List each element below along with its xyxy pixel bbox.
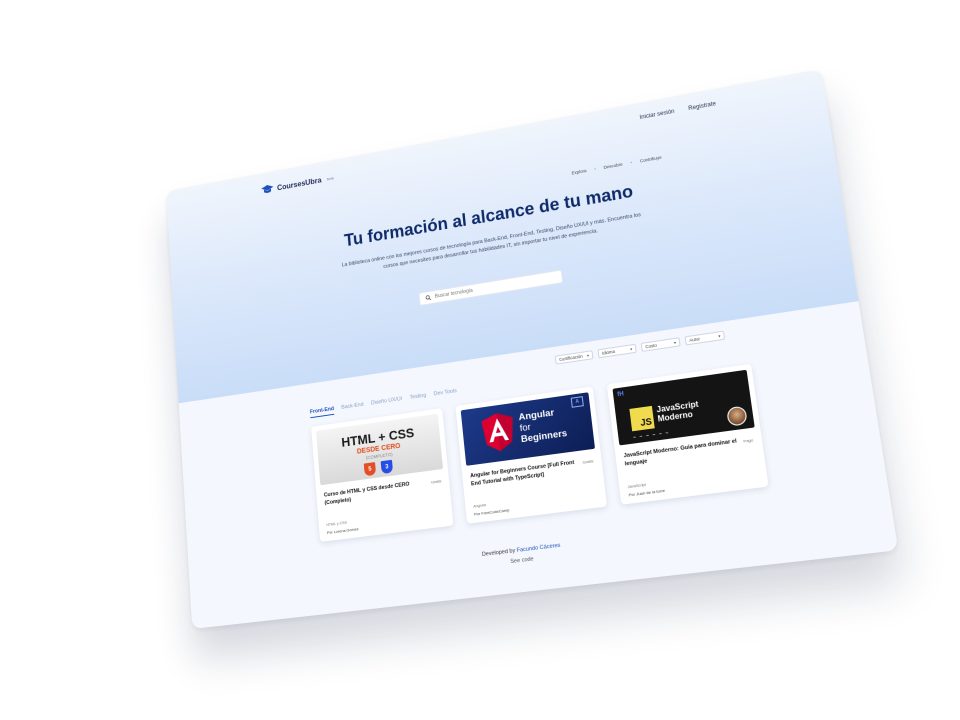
course-author: Por Lorena Gomez	[326, 526, 359, 536]
course-technology: HTML y CSS	[326, 520, 348, 528]
channel-badge: fH	[616, 391, 625, 399]
chevron-down-icon: ▾	[629, 346, 633, 352]
logo-tag: beta	[326, 175, 334, 181]
thumbnail-heading: JavaScript Moderno	[656, 399, 700, 423]
logo[interactable]: CoursesUbra beta	[261, 173, 334, 195]
thumbnail-heading: Angular for Beginners	[518, 406, 568, 445]
author-select-label: Autor	[688, 336, 701, 343]
author-select[interactable]: Autor ▾	[684, 330, 726, 346]
chevron-down-icon: ▾	[586, 352, 590, 358]
page-title: Tu formación al alcance de tu mano	[343, 181, 635, 251]
course-price: Pago	[742, 437, 754, 444]
course-technology: Angular	[473, 502, 487, 509]
course-price: Gratis	[430, 478, 442, 485]
course-author: Por Juan de la torre	[628, 487, 666, 498]
chevron-down-icon: ▾	[717, 333, 721, 339]
footer: Developed by Facundo Cáceres See code	[190, 501, 894, 604]
certification-select[interactable]: Certificación ▾	[554, 350, 594, 365]
course-card-javascript[interactable]: fH JS JavaScript Moderno ~ ~ ~ ~ ~ ~ Jav…	[606, 363, 769, 505]
course-list: HTML + CSS DESDE CERO (COMPLETO) 5 3 Cur…	[311, 363, 769, 542]
course-card-angular[interactable]: Angular for Beginners A Angular for Begi…	[455, 386, 608, 524]
tech-logos: 5 3	[363, 459, 394, 477]
login-link[interactable]: Iniciar sesión	[639, 109, 674, 121]
search-input[interactable]	[434, 275, 551, 300]
course-thumbnail: HTML + CSS DESDE CERO (COMPLETO) 5 3	[316, 413, 444, 486]
css3-icon: 3	[380, 459, 394, 475]
certification-select-label: Certificación	[558, 353, 583, 363]
html5-icon: 5	[363, 462, 377, 477]
cost-select-label: Costo	[645, 342, 658, 350]
see-code-link[interactable]: See code	[190, 512, 894, 604]
tab-testing[interactable]: Testing	[409, 393, 426, 404]
course-price: Gratis	[582, 458, 594, 465]
breadcrumb: Explora • Descubre • Contribuye	[571, 155, 662, 176]
hero-section: CoursesUbra beta Iniciar sesión Registra…	[166, 68, 859, 404]
search-icon	[425, 295, 431, 302]
breadcrumb-item-contribuye[interactable]: Contribuye	[640, 155, 662, 164]
search-bar[interactable]	[418, 269, 564, 307]
breadcrumb-item-explora[interactable]: Explora	[571, 168, 586, 175]
language-select-label: Idioma	[601, 348, 616, 356]
angular-logo-icon	[480, 411, 517, 454]
tab-dev-tools[interactable]: Dev Tools	[434, 388, 458, 400]
language-select[interactable]: Idioma ▾	[597, 343, 637, 359]
breadcrumb-separator: •	[630, 160, 633, 166]
stage: CoursesUbra beta Iniciar sesión Registra…	[0, 0, 960, 720]
register-link[interactable]: Registrate	[688, 101, 716, 112]
avatar	[726, 405, 748, 427]
breadcrumb-separator: •	[594, 166, 597, 172]
logo-text: CoursesUbra	[276, 175, 322, 192]
tab-front-end[interactable]: Front-End	[309, 406, 335, 419]
top-nav: CoursesUbra beta Iniciar sesión Registra…	[166, 69, 827, 223]
course-card-html-css[interactable]: HTML + CSS DESDE CERO (COMPLETO) 5 3 Cur…	[311, 408, 454, 542]
wave-decoration: ~ ~ ~ ~ ~ ~	[632, 430, 670, 442]
tab-ux-ui[interactable]: Diseño UX/UI	[371, 396, 403, 409]
browser-screen: CoursesUbra beta Iniciar sesión Registra…	[166, 68, 899, 629]
tab-back-end[interactable]: Back-End	[341, 402, 364, 414]
breadcrumb-item-descubre[interactable]: Descubre	[603, 162, 623, 170]
course-author: Por FreeCodeCamp	[473, 507, 510, 517]
cost-select[interactable]: Costo ▾	[640, 337, 681, 352]
chevron-down-icon: ▾	[673, 339, 677, 346]
course-thumbnail: Angular for Beginners A	[460, 392, 596, 466]
course-technology: JavaScript	[627, 482, 647, 490]
graduation-cap-icon	[261, 183, 274, 194]
course-thumbnail: fH JS JavaScript Moderno ~ ~ ~ ~ ~ ~	[612, 369, 755, 446]
corner-badge: A	[570, 396, 584, 408]
javascript-logo-icon: JS	[629, 405, 655, 432]
nav-links: Iniciar sesión Registrate	[639, 101, 716, 121]
